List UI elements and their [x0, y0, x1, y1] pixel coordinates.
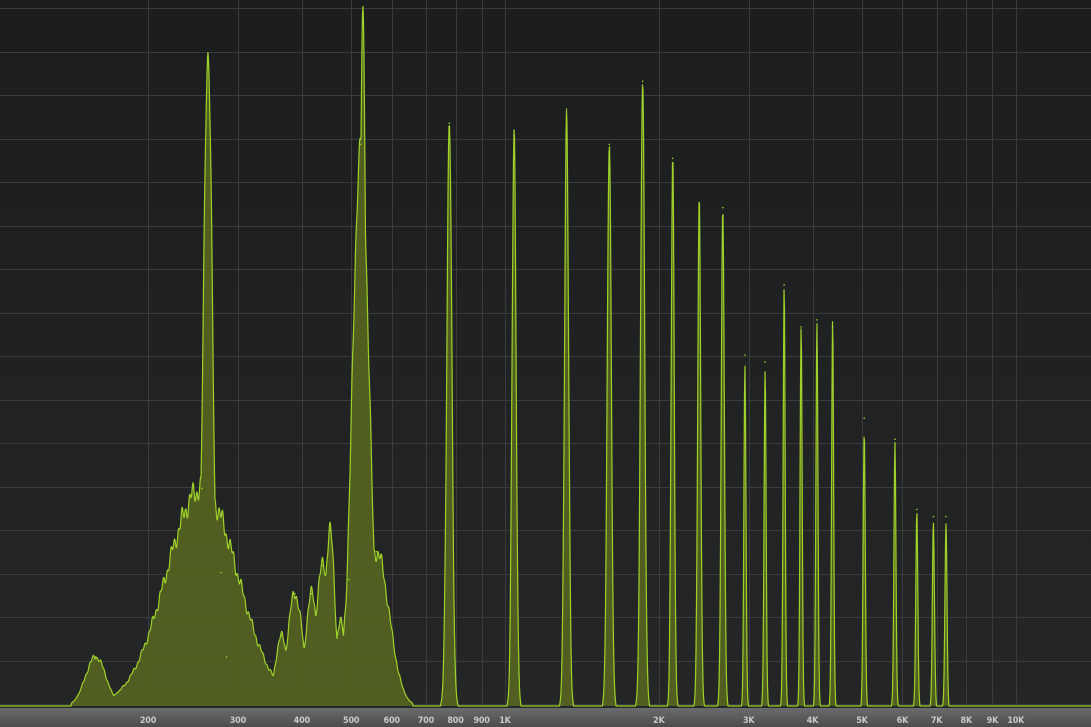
spectrum-peak: [220, 571, 222, 574]
spectrum-peak: [280, 635, 283, 637]
spectrum-peak: [310, 592, 313, 595]
frequency-tick-label: 8K: [961, 716, 973, 726]
spectrum-peak: [362, 17, 364, 19]
spectrum-peak: [201, 487, 203, 490]
frequency-tick-label: 7K: [931, 716, 943, 726]
frequency-tick-label: 4K: [807, 716, 819, 726]
frequency-tick-label: 700: [418, 716, 435, 726]
spectrum-peak: [513, 129, 515, 132]
spectrum-peak: [863, 417, 865, 420]
spectrum-peak: [360, 143, 362, 146]
frequency-tick-label: 500: [343, 716, 360, 726]
frequency-tick-label: 5K: [856, 716, 868, 726]
frequency-tick-label: 300: [230, 716, 247, 726]
frequency-tick-label: 6K: [897, 716, 909, 726]
spectrum-peak: [744, 354, 746, 356]
spectrum-peak: [932, 515, 935, 518]
spectrum-peak: [764, 361, 766, 363]
spectrum-peak: [783, 284, 785, 286]
spectrum-peak: [375, 550, 378, 553]
spectrum-peak: [207, 52, 209, 54]
frequency-tick-label: 200: [140, 716, 157, 726]
frequency-tick-label: 1K: [499, 716, 511, 726]
spectrum-peak: [94, 656, 97, 658]
spectrum-peak: [641, 80, 644, 82]
frequency-tick-label: 10K: [1007, 716, 1025, 726]
spectrum-peak: [608, 143, 611, 146]
frequency-tick-label: 600: [384, 716, 401, 726]
spectrum-peak: [831, 326, 834, 328]
spectrum-peak: [322, 564, 324, 567]
frequency-tick-label: 9K: [987, 716, 999, 726]
frequency-tick-label: 3K: [743, 716, 755, 726]
spectrum-peak: [565, 108, 568, 111]
spectrum-peak: [225, 656, 228, 658]
spectrum-peak: [329, 529, 331, 532]
spectrum-peak: [698, 206, 700, 209]
spectrum-analyzer: 200 300 400 500 600 700 800 900 1K 2K 3K 4K 5K 6K 7K 8K…: [0, 0, 1091, 727]
spectrum-peak: [294, 592, 296, 595]
spectrum-peak: [339, 621, 342, 623]
spectrum-peak: [945, 515, 947, 518]
spectrum-peak: [671, 157, 674, 160]
frequency-tick-label: 900: [473, 716, 490, 726]
spectrum-peak: [722, 206, 724, 209]
frequency-axis-bar: [0, 708, 1091, 727]
frequency-tick-label: 800: [447, 716, 464, 726]
spectrum-peak: [916, 508, 918, 511]
spectrum-peak: [348, 578, 350, 581]
spectrum-peak: [800, 326, 802, 328]
frequency-tick-label: 400: [294, 716, 311, 726]
frequency-tick-label: 2K: [653, 716, 665, 726]
spectrum-peak: [816, 319, 818, 321]
spectrum-peak: [894, 438, 896, 441]
spectrum-peak: [448, 122, 451, 125]
